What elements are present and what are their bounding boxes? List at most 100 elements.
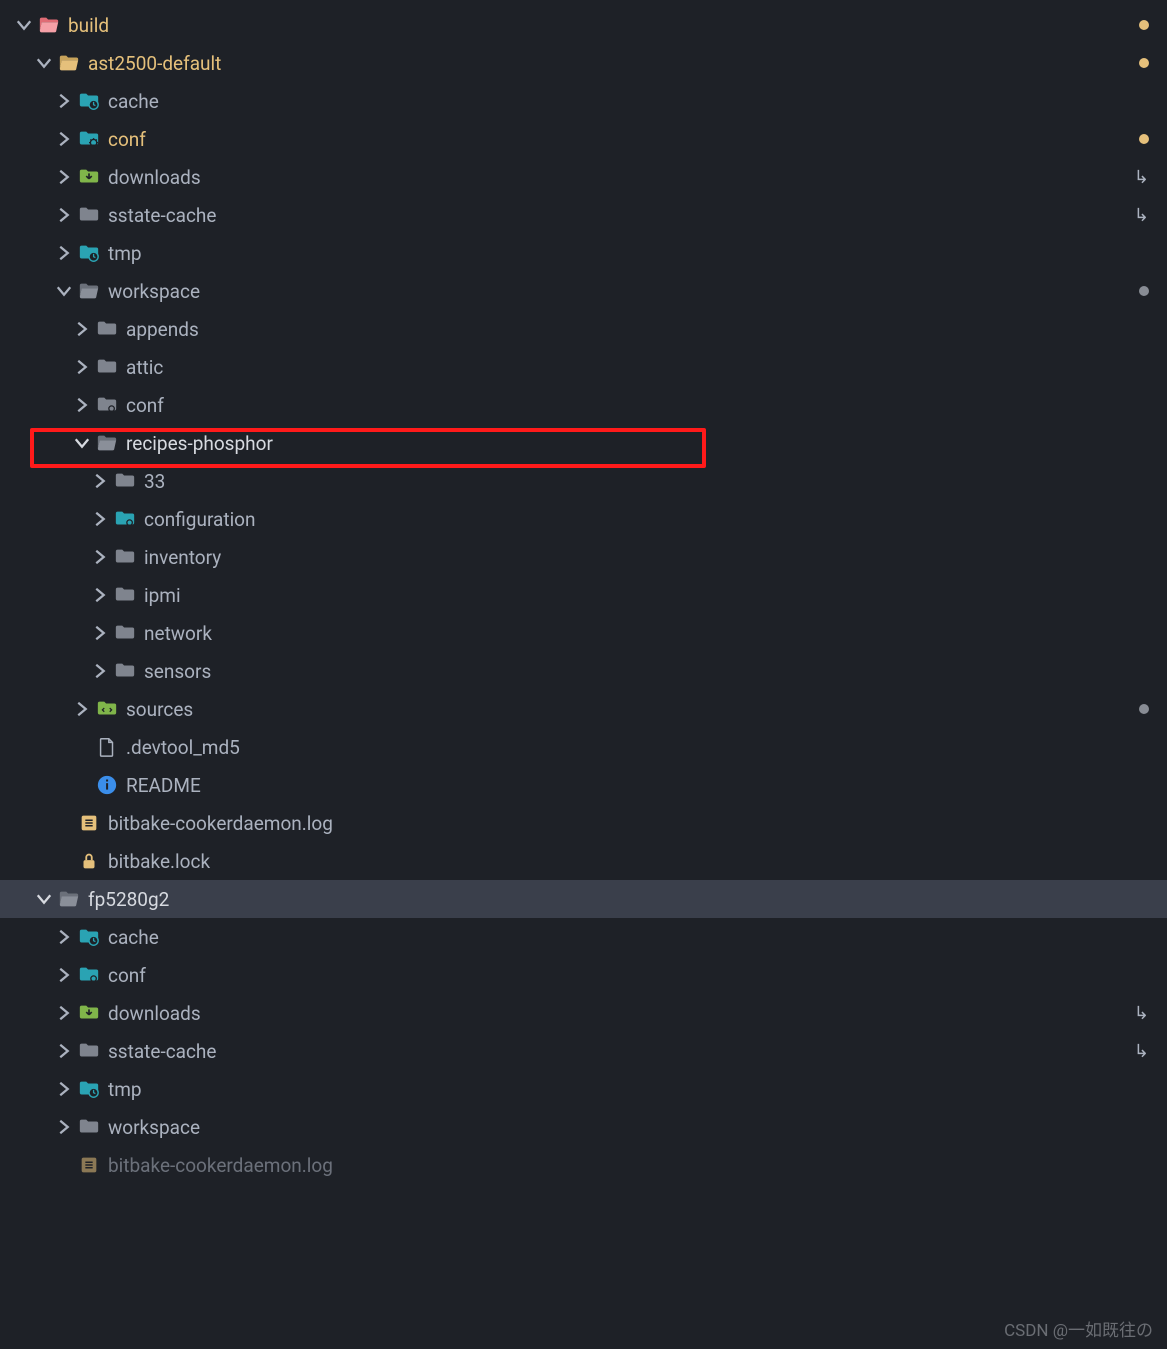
file-tree: build ast2500-default cache conf downloa… — [0, 0, 1167, 1184]
chevron-down-icon — [14, 15, 34, 35]
tree-item-conf[interactable]: conf — [0, 120, 1167, 158]
tree-item-label: sensors — [144, 660, 211, 683]
tree-item-label: ipmi — [144, 584, 181, 607]
info-icon — [96, 774, 118, 796]
tree-item-33[interactable]: 33 — [0, 462, 1167, 500]
chevron-down-icon — [34, 889, 54, 909]
folder-download-icon — [78, 1002, 100, 1024]
chevron-right-icon — [54, 91, 74, 111]
chevron-right-icon — [90, 623, 110, 643]
tree-item-attic[interactable]: attic — [0, 348, 1167, 386]
tree-item-fp-bitbake-log[interactable]: bitbake-cookerdaemon.log — [0, 1146, 1167, 1184]
tree-item-cache[interactable]: cache — [0, 82, 1167, 120]
folder-gear-icon — [96, 394, 118, 416]
modified-badge — [1139, 20, 1149, 30]
folder-icon — [96, 356, 118, 378]
chevron-right-icon — [54, 129, 74, 149]
tree-item-ipmi[interactable]: ipmi — [0, 576, 1167, 614]
chevron-down-icon — [72, 433, 92, 453]
tree-item-label: attic — [126, 356, 163, 379]
tree-item-label: bitbake-cookerdaemon.log — [108, 1154, 333, 1177]
tree-item-tmp[interactable]: tmp — [0, 234, 1167, 272]
chevron-right-icon — [90, 471, 110, 491]
tree-item-label: cache — [108, 926, 159, 949]
chevron-right-icon — [90, 585, 110, 605]
folder-clock-icon — [78, 90, 100, 112]
chevron-right-icon — [54, 243, 74, 263]
chevron-right-icon — [72, 699, 92, 719]
folder-icon — [114, 622, 136, 644]
symlink-badge: ↳ — [1134, 1003, 1149, 1024]
folder-icon — [78, 1040, 100, 1062]
folder-open-icon — [78, 280, 100, 302]
chevron-right-icon — [90, 547, 110, 567]
tree-item-ws-conf[interactable]: conf — [0, 386, 1167, 424]
chevron-down-icon — [54, 281, 74, 301]
tree-item-fp-cache[interactable]: cache — [0, 918, 1167, 956]
folder-gear-icon — [78, 128, 100, 150]
tree-item-label: fp5280g2 — [88, 888, 169, 911]
tree-item-ast2500-default[interactable]: ast2500-default — [0, 44, 1167, 82]
tree-item-label: cache — [108, 90, 159, 113]
tree-item-fp-sstate-cache[interactable]: sstate-cache ↳ — [0, 1032, 1167, 1070]
tree-item-label: downloads — [108, 166, 201, 189]
folder-download-icon — [78, 166, 100, 188]
lock-icon — [78, 850, 100, 872]
tree-item-inventory[interactable]: inventory — [0, 538, 1167, 576]
file-icon — [96, 736, 118, 758]
tree-item-readme[interactable]: README — [0, 766, 1167, 804]
chevron-right-icon — [90, 661, 110, 681]
tree-item-downloads[interactable]: downloads ↳ — [0, 158, 1167, 196]
tree-item-label: tmp — [108, 242, 142, 265]
chevron-right-icon — [54, 927, 74, 947]
tree-item-fp-workspace[interactable]: workspace — [0, 1108, 1167, 1146]
tree-item-label: sstate-cache — [108, 1040, 216, 1063]
tree-item-network[interactable]: network — [0, 614, 1167, 652]
tree-item-label: appends — [126, 318, 199, 341]
tree-item-label: build — [68, 14, 109, 37]
tree-item-devtool-md5[interactable]: .devtool_md5 — [0, 728, 1167, 766]
tree-item-fp-tmp[interactable]: tmp — [0, 1070, 1167, 1108]
tree-item-label: inventory — [144, 546, 221, 569]
tree-item-sstate-cache[interactable]: sstate-cache ↳ — [0, 196, 1167, 234]
ignored-badge — [1139, 286, 1149, 296]
folder-icon — [96, 318, 118, 340]
tree-item-build[interactable]: build — [0, 6, 1167, 44]
modified-badge — [1139, 58, 1149, 68]
tree-item-recipes-phosphor[interactable]: recipes-phosphor — [0, 424, 1167, 462]
folder-open-icon — [38, 14, 60, 36]
folder-open-icon — [58, 888, 80, 910]
folder-icon — [114, 660, 136, 682]
tree-item-sensors[interactable]: sensors — [0, 652, 1167, 690]
folder-icon — [78, 1116, 100, 1138]
ignored-badge — [1139, 704, 1149, 714]
tree-item-fp-downloads[interactable]: downloads ↳ — [0, 994, 1167, 1032]
chevron-right-icon — [54, 965, 74, 985]
tree-item-label: configuration — [144, 508, 256, 531]
tree-item-label: bitbake.lock — [108, 850, 210, 873]
tree-item-workspace[interactable]: workspace — [0, 272, 1167, 310]
symlink-badge: ↳ — [1134, 205, 1149, 226]
tree-item-label: .devtool_md5 — [126, 736, 240, 759]
tree-item-label: README — [126, 774, 201, 797]
chevron-right-icon — [54, 1117, 74, 1137]
tree-item-configuration[interactable]: configuration — [0, 500, 1167, 538]
tree-item-bitbake-log[interactable]: bitbake-cookerdaemon.log — [0, 804, 1167, 842]
symlink-badge: ↳ — [1134, 167, 1149, 188]
tree-item-fp5280g2[interactable]: fp5280g2 — [0, 880, 1167, 918]
tree-item-fp-conf[interactable]: conf — [0, 956, 1167, 994]
chevron-right-icon — [72, 395, 92, 415]
chevron-right-icon — [90, 509, 110, 529]
tree-item-appends[interactable]: appends — [0, 310, 1167, 348]
tree-item-label: bitbake-cookerdaemon.log — [108, 812, 333, 835]
list-icon — [78, 1154, 100, 1176]
tree-item-sources[interactable]: sources — [0, 690, 1167, 728]
folder-icon — [114, 470, 136, 492]
tree-item-bitbake-lock[interactable]: bitbake.lock — [0, 842, 1167, 880]
tree-item-label: network — [144, 622, 212, 645]
chevron-right-icon — [54, 1041, 74, 1061]
folder-gear-icon — [78, 964, 100, 986]
tree-item-label: conf — [108, 128, 146, 151]
tree-item-label: sources — [126, 698, 193, 721]
tree-item-label: 33 — [144, 470, 165, 493]
